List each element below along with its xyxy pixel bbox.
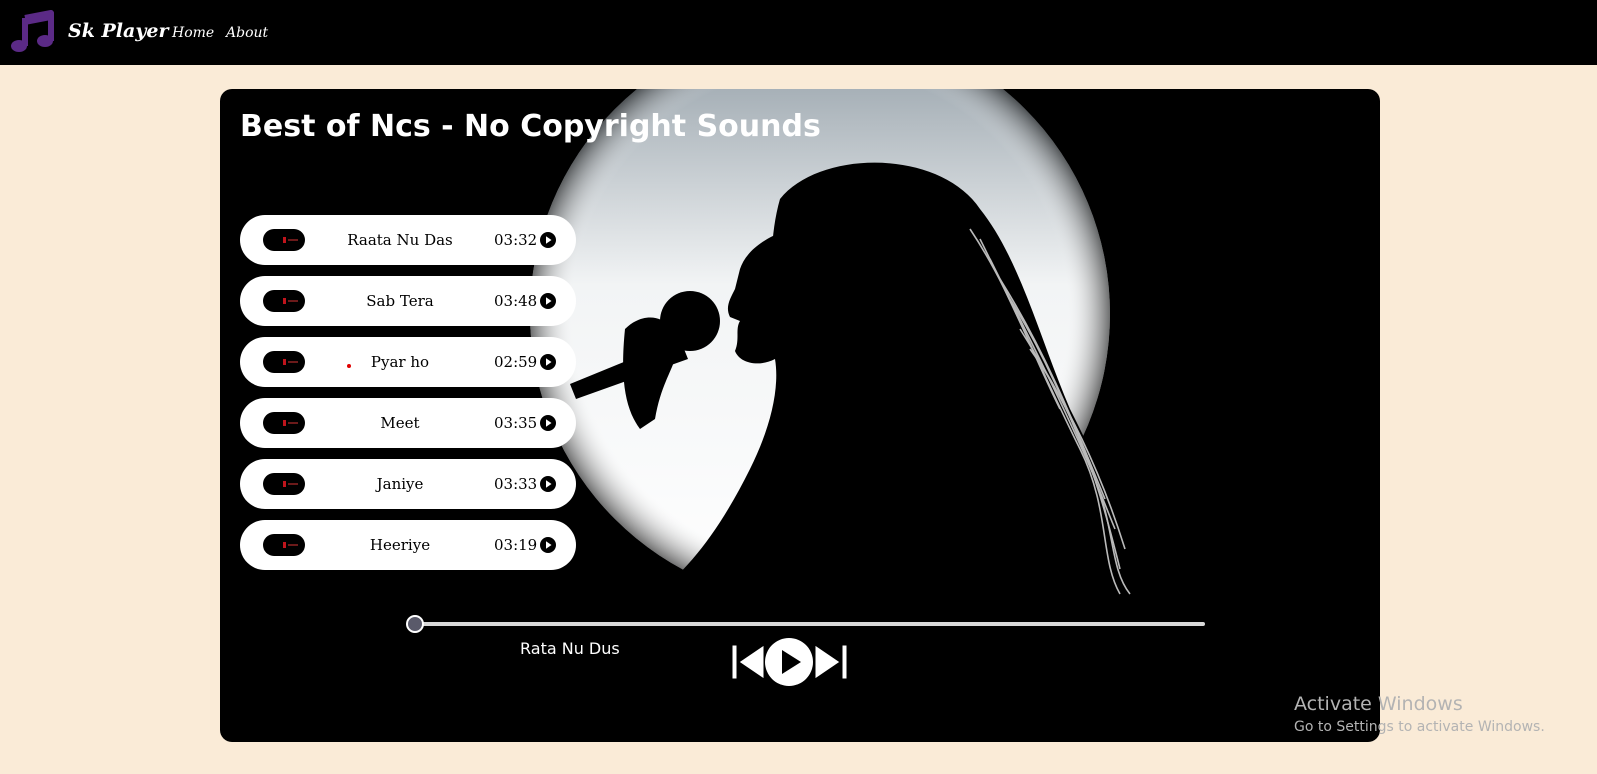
- song-duration: 03:32: [494, 231, 538, 249]
- progress-slider[interactable]: [406, 615, 1205, 633]
- progress-track[interactable]: [415, 622, 1205, 626]
- song-item[interactable]: Sab Tera 03:48: [240, 276, 576, 326]
- song-item[interactable]: Meet 03:35: [240, 398, 576, 448]
- song-name: Sab Tera: [366, 292, 434, 310]
- song-thumbnail: [263, 351, 305, 373]
- song-thumbnail: [263, 229, 305, 251]
- song-name: Meet: [380, 414, 420, 432]
- watermark-title: Activate Windows: [1294, 693, 1463, 715]
- nav-home-link[interactable]: Home: [172, 25, 214, 41]
- play-icon[interactable]: [540, 537, 556, 553]
- next-icon[interactable]: [811, 642, 849, 682]
- play-icon[interactable]: [540, 354, 556, 370]
- song-item[interactable]: Heeriye 03:19: [240, 520, 576, 570]
- now-playing-title: Rata Nu Dus: [520, 639, 620, 658]
- song-thumbnail: [263, 290, 305, 312]
- navbar: Sk Player Home About: [0, 0, 1597, 65]
- song-duration: 02:59: [494, 353, 538, 371]
- song-duration: 03:48: [494, 292, 538, 310]
- player-container: Best of Ncs - No Copyright Sounds Raata …: [220, 89, 1380, 742]
- song-name: Pyar ho: [370, 353, 430, 371]
- progress-thumb[interactable]: [406, 615, 424, 633]
- play-icon[interactable]: [764, 637, 814, 687]
- song-name: Raata Nu Das: [347, 231, 453, 249]
- watermark-subtitle: Go to Settings to activate Windows.: [1294, 719, 1545, 735]
- song-name: Janiye: [376, 475, 424, 493]
- brand-name[interactable]: Sk Player: [68, 20, 168, 42]
- song-thumbnail: [263, 473, 305, 495]
- activate-windows-watermark: Activate Windows Go to Settings to activ…: [1294, 693, 1545, 735]
- play-icon[interactable]: [540, 293, 556, 309]
- play-icon[interactable]: [540, 232, 556, 248]
- play-icon[interactable]: [540, 415, 556, 431]
- song-item[interactable]: Raata Nu Das 03:32: [240, 215, 576, 265]
- playlist-title: Best of Ncs - No Copyright Sounds: [240, 109, 821, 144]
- song-item[interactable]: Janiye 03:33: [240, 459, 576, 509]
- music-note-icon[interactable]: [10, 10, 54, 54]
- previous-icon[interactable]: [730, 642, 768, 682]
- nav-about-link[interactable]: About: [226, 25, 268, 41]
- song-name: Heeriye: [369, 536, 431, 554]
- song-thumbnail: [263, 534, 305, 556]
- song-item[interactable]: Pyar ho 02:59: [240, 337, 576, 387]
- song-thumbnail: [263, 412, 305, 434]
- play-icon[interactable]: [540, 476, 556, 492]
- song-duration: 03:33: [494, 475, 538, 493]
- song-duration: 03:35: [494, 414, 538, 432]
- song-duration: 03:19: [494, 536, 538, 554]
